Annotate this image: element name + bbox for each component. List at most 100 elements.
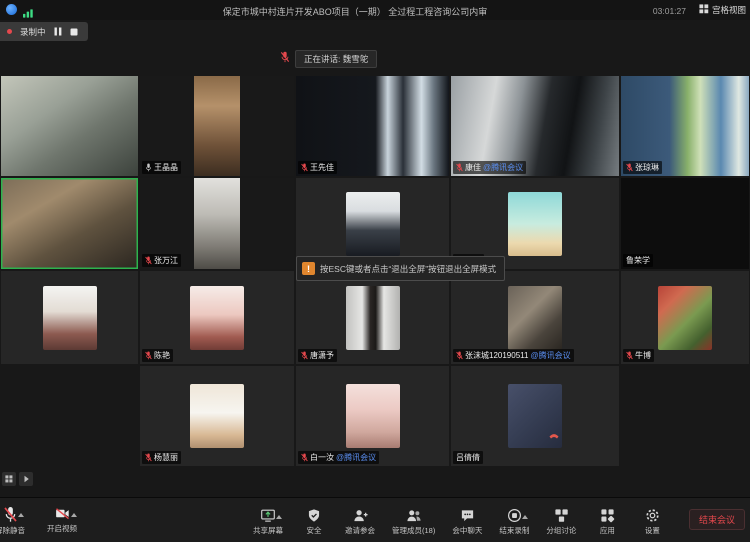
shield-button[interactable]: 安全 — [297, 508, 331, 536]
participant-name: 张琼琳 — [635, 162, 659, 173]
toolbar-button-label: 结束录制 — [499, 525, 529, 536]
grid-view-label: 宫格视图 — [712, 4, 746, 16]
participant-tile[interactable]: 王晶晶 — [140, 76, 294, 176]
grid-pager — [2, 472, 33, 486]
meeting-window: 保定市城中村连片开发ABO项目（一期） 全过程工程咨询公司内审 03:01:27… — [0, 0, 750, 542]
chevron-up-icon[interactable] — [71, 513, 77, 517]
toolbar-button-label: 共享屏幕 — [253, 525, 283, 536]
participant-name: 康佳 — [465, 162, 481, 173]
mic-muted-icon — [626, 163, 633, 172]
participant-name-label: 吕倩倩 — [453, 451, 483, 464]
chevron-up-icon[interactable] — [18, 513, 24, 517]
avatar — [508, 192, 562, 256]
participant-name-label: 康佳@腾讯会议 — [453, 161, 526, 174]
participant-name: 牛博 — [635, 350, 651, 361]
participant-tile[interactable]: 唐潇予 — [296, 271, 449, 364]
participant-name-label: 唐潇予 — [298, 349, 337, 362]
invite-icon — [353, 508, 368, 523]
record-icon — [507, 508, 522, 523]
avatar — [508, 286, 562, 350]
participant-tile[interactable]: 吕倩倩 — [451, 366, 619, 466]
members-icon — [406, 508, 422, 523]
participant-name-label: 王晶晶 — [142, 161, 181, 174]
recording-label: 录制中 — [20, 26, 46, 38]
mic-muted-icon — [626, 351, 633, 360]
phone-call-icon — [548, 428, 560, 446]
chevron-up-icon[interactable] — [276, 515, 282, 519]
speaking-banner: 正在讲话: 魏雪鸵 — [280, 50, 377, 68]
toolbar-button-label: 邀请参会 — [345, 525, 375, 536]
portrait-video — [194, 76, 240, 176]
grid-view-button[interactable]: 宫格视图 — [699, 4, 746, 16]
participant-name: 张万江 — [154, 255, 178, 266]
pause-recording-button[interactable] — [54, 27, 62, 36]
toolbar-button-label: 应用 — [600, 525, 615, 536]
mic-muted-icon — [301, 163, 308, 172]
participant-tile[interactable]: 白一汝@腾讯会议 — [296, 366, 449, 466]
participant-tile[interactable]: 杨慧丽 — [140, 366, 294, 466]
toolbar-button-label: 解除静音 — [0, 525, 25, 536]
participant-tile[interactable] — [1, 178, 138, 269]
breakout-button[interactable]: 分组讨论 — [543, 508, 579, 536]
participant-tile[interactable]: 陈艳 — [140, 271, 294, 364]
cam-off-button[interactable]: 开启视频 — [44, 506, 80, 536]
mic-icon — [145, 163, 152, 172]
meeting-timer: 03:01:27 — [653, 6, 686, 16]
participant-tile[interactable]: 张沫城120190511@腾讯会议 — [451, 271, 619, 364]
participant-tile[interactable]: 张琼琳 — [621, 76, 749, 176]
participant-name-label: 陈艳 — [142, 349, 173, 362]
avatar — [190, 286, 244, 350]
apps-button[interactable]: 应用 — [590, 508, 624, 536]
mic-muted-icon — [145, 351, 152, 360]
participant-name: 张沫城120190511 — [465, 350, 528, 361]
participant-tile[interactable] — [1, 76, 138, 176]
participant-name-suffix: @腾讯会议 — [483, 162, 523, 173]
chevron-up-icon[interactable] — [522, 515, 528, 519]
participant-tile[interactable]: 张万江 — [140, 178, 294, 269]
participant-tile[interactable]: 鲁荣学 — [621, 178, 749, 269]
participant-tile[interactable]: 牛博 — [621, 271, 749, 364]
mic-muted-icon — [145, 453, 152, 462]
toolbar-button-label: 会中聊天 — [452, 525, 482, 536]
gear-button[interactable]: 设置 — [635, 508, 669, 536]
stop-recording-button[interactable] — [70, 28, 78, 36]
members-button[interactable]: 管理成员(18) — [389, 508, 438, 536]
apps-icon — [600, 508, 615, 523]
participant-tile[interactable]: 王先佳 — [296, 76, 449, 176]
participant-tile[interactable] — [1, 271, 138, 364]
participant-name-label: 张沫城120190511@腾讯会议 — [453, 349, 574, 362]
gear-icon — [645, 508, 660, 523]
avatar — [658, 286, 712, 350]
participant-name-label: 牛博 — [623, 349, 654, 362]
mic-off-icon — [3, 506, 18, 523]
exit-fullscreen-tooltip: ! 按ESC键或者点击“退出全屏”按钮退出全屏模式 — [296, 256, 505, 281]
participant-name: 鲁荣学 — [626, 255, 650, 266]
toolbar-left-group: 解除静音 开启视频 — [0, 506, 80, 536]
top-bar: 保定市城中村连片开发ABO项目（一期） 全过程工程咨询公司内审 03:01:27… — [0, 0, 750, 20]
share-button[interactable]: 共享屏幕 — [250, 508, 286, 536]
mic-off-button[interactable]: 解除静音 — [0, 506, 28, 536]
mic-muted-icon — [301, 351, 308, 360]
avatar — [190, 384, 244, 448]
participant-name-label: 杨慧丽 — [142, 451, 181, 464]
toolbar-button-label: 管理成员(18) — [392, 525, 435, 536]
portrait-video — [194, 178, 240, 269]
layout-grid-button[interactable] — [2, 472, 16, 486]
speaking-text: 正在讲话: 魏雪鸵 — [295, 50, 377, 68]
participant-name-suffix: @腾讯会议 — [336, 452, 376, 463]
participant-name: 陈艳 — [154, 350, 170, 361]
toolbar-button-label: 开启视频 — [47, 523, 77, 534]
shield-icon — [307, 508, 321, 523]
record-button[interactable]: 结束录制 — [496, 508, 532, 536]
participant-tile[interactable]: 康佳@腾讯会议 — [451, 76, 619, 176]
recording-dot-icon — [7, 29, 12, 34]
next-page-button[interactable] — [19, 472, 33, 486]
participant-name: 白一汝 — [310, 452, 334, 463]
participant-name: 唐潇予 — [310, 350, 334, 361]
recording-indicator: 录制中 — [0, 22, 88, 41]
chat-button[interactable]: 会中聊天 — [449, 508, 485, 536]
network-signal-icon — [23, 5, 34, 23]
avatar — [508, 384, 562, 448]
end-meeting-button[interactable]: 结束会议 — [689, 509, 745, 530]
invite-button[interactable]: 邀请参会 — [342, 508, 378, 536]
